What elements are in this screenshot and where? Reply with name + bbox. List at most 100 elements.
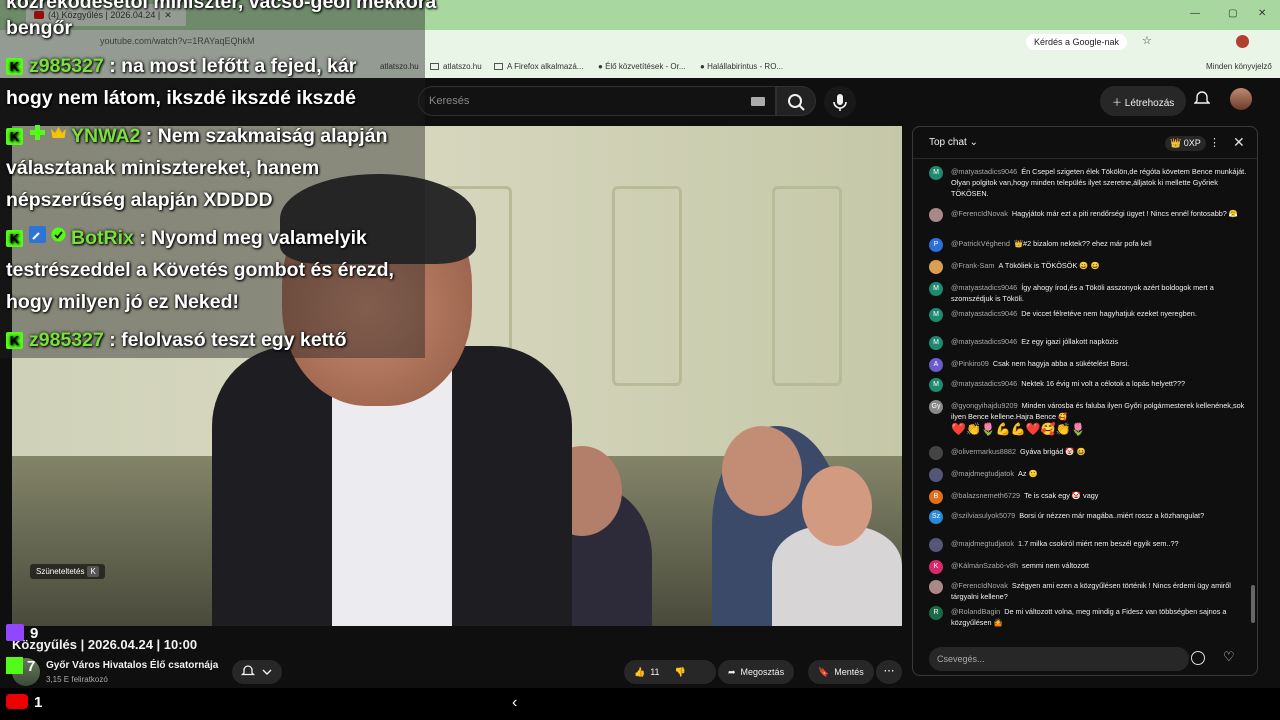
close-chat-icon[interactable]: ✕	[1233, 134, 1245, 151]
bookmark-star-icon[interactable]: ☆	[1142, 34, 1152, 47]
more-actions-button[interactable]: ⋯	[876, 660, 902, 684]
chat-author-avatar[interactable]: Sz	[929, 510, 943, 524]
chat-author-avatar[interactable]: A	[929, 358, 943, 372]
chat-author-avatar[interactable]	[929, 538, 943, 552]
chat-menu-icon[interactable]: ⋮	[1209, 136, 1220, 149]
chat-author-name[interactable]: @KálmánSzabó-v8h	[951, 561, 1018, 570]
chat-scrollbar[interactable]	[1251, 585, 1255, 623]
chat-message[interactable]: ❤️👏🌷💪💪❤️🥰👏🌷	[929, 423, 1247, 438]
chat-message-text: @szilviasulyok5079 Borsi úr nézzen már ma…	[951, 510, 1204, 521]
search-button[interactable]	[776, 86, 816, 116]
close-window-icon[interactable]: ✕	[1258, 8, 1266, 19]
keyboard-icon[interactable]	[751, 97, 765, 106]
create-button[interactable]: ＋ Létrehozás	[1100, 86, 1187, 116]
chat-author-name[interactable]: @RolandBagin	[951, 607, 1000, 616]
chat-author-avatar[interactable]: Gy	[929, 400, 943, 414]
share-button[interactable]: ➦ Megosztás	[718, 660, 795, 684]
crown-badge-icon	[51, 127, 66, 138]
chat-author-name[interactable]: @FerencIdNovak	[951, 209, 1008, 218]
chat-author-name[interactable]: @gyongyihajdu9209	[951, 401, 1018, 410]
twitch-icon	[6, 624, 24, 641]
chat-author-avatar[interactable]	[929, 260, 943, 274]
chat-author-avatar[interactable]: M	[929, 282, 943, 296]
chat-input[interactable]: Csevegés...	[929, 647, 1189, 671]
chat-author-name[interactable]: @Frank-Sam	[951, 261, 995, 270]
chat-message-body: Te is csak egy 🤡 vagy	[1024, 491, 1099, 500]
chat-message[interactable]: @Frank-Sam A Tököliek is TÖKÖSÖK 😀 😀	[929, 260, 1247, 274]
minimize-icon[interactable]: —	[1190, 8, 1200, 19]
chat-message[interactable]: R @RolandBagin De mi változott volna, meg …	[929, 606, 1247, 628]
chat-message[interactable]: B @balazsnemeth6729 Te is csak egy 🤡 vagy	[929, 490, 1247, 504]
chat-message[interactable]: Sz @szilviasulyok5079 Borsi úr nézzen már …	[929, 510, 1247, 524]
bookmark-item[interactable]: ● Halállabirintus - RO...	[700, 62, 783, 71]
chat-author-name[interactable]: @matyastadics9046	[951, 167, 1017, 176]
emoji-icon[interactable]	[1191, 651, 1205, 665]
chat-author-name[interactable]: @matyastadics9046	[951, 337, 1017, 346]
chat-message[interactable]: @FerencIdNovak Szégyen ami ezen a közgyűl…	[929, 580, 1247, 602]
voice-search-button[interactable]	[824, 86, 856, 118]
chat-author-name[interactable]: @matyastadics9046	[951, 379, 1017, 388]
chat-author-avatar[interactable]: B	[929, 490, 943, 504]
chat-author-avatar[interactable]	[929, 424, 943, 438]
chat-message[interactable]: P @PatrickVéghend 👑#2 bizalom nektek?? ehe…	[929, 238, 1247, 252]
chat-message[interactable]: @FerencIdNovak Hagyjátok már ezt a piti r…	[929, 208, 1247, 222]
chat-message[interactable]: M @matyastadics9046 Nektek 16 évig mi volt…	[929, 378, 1247, 392]
like-icon[interactable]: 👍	[634, 667, 645, 678]
chat-message[interactable]: M @matyastadics9046 Így ahogy írod,és a Tö…	[929, 282, 1247, 304]
chat-author-name[interactable]: @majdmegtudjatok	[951, 469, 1014, 478]
browser-profile-icon[interactable]	[1236, 35, 1249, 48]
chat-author-name[interactable]: @PatrickVéghend	[951, 239, 1010, 248]
chat-author-avatar[interactable]	[929, 580, 943, 594]
chat-author-avatar[interactable]: R	[929, 606, 943, 620]
maximize-icon[interactable]: ▢	[1228, 8, 1237, 19]
heart-icon[interactable]: ♡	[1223, 649, 1235, 665]
chat-message[interactable]: @majdmegtudjatok 1.7 milka csokiról miért…	[929, 538, 1247, 552]
notifications-bell-icon[interactable]	[1194, 90, 1210, 108]
chat-author-avatar[interactable]: M	[929, 308, 943, 322]
chat-message-text: @gyongyihajdu9209 Minden városba és falub…	[951, 400, 1247, 422]
chat-message[interactable]: M @matyastadics9046 De viccet félretéve ne…	[929, 308, 1247, 322]
chat-author-name[interactable]: @FerencIdNovak	[951, 581, 1008, 590]
chevron-left-icon[interactable]: ‹	[512, 694, 517, 712]
chat-message[interactable]: @majdmegtudjatok Az 🙂	[929, 468, 1247, 482]
ask-google-button[interactable]: Kérdés a Google-nak	[1026, 34, 1128, 50]
user-avatar[interactable]	[1230, 88, 1252, 110]
chat-author-name[interactable]: @Pinkiro09	[951, 359, 989, 368]
bookmark-item[interactable]: A Firefox alkalmazá...	[494, 62, 583, 71]
bookmark-item[interactable]: ● Élő közvetítések - Or...	[598, 62, 686, 71]
chat-author-name[interactable]: @balazsnemeth6729	[951, 491, 1020, 500]
chat-message[interactable]: K @KálmánSzabó-v8h semmi nem változott	[929, 560, 1247, 574]
overlay-chat-message: Kz985327 : na most lefőtt a fejed, kár	[6, 50, 356, 82]
chat-message[interactable]: Gy @gyongyihajdu9209 Minden városba és fal…	[929, 400, 1247, 422]
chat-author-avatar[interactable]: M	[929, 378, 943, 392]
chat-message-text: @Pinkiro09 Csak nem hagyja abba a sükétel…	[951, 358, 1129, 369]
chat-author-avatar[interactable]: M	[929, 336, 943, 350]
chat-author-avatar[interactable]: M	[929, 166, 943, 180]
chat-author-avatar[interactable]: P	[929, 238, 943, 252]
dislike-icon[interactable]: 👎	[675, 667, 686, 678]
chat-author-name[interactable]: @szilviasulyok5079	[951, 511, 1015, 520]
chat-message[interactable]: M @matyastadics9046 Én Csepel szigeten éle…	[929, 166, 1247, 199]
chat-message[interactable]: @olivermarkus8882 Gyáva brigád 🤡 😆	[929, 446, 1247, 460]
chat-author-name[interactable]: @olivermarkus8882	[951, 447, 1016, 456]
all-bookmarks[interactable]: Minden könyvjelző	[1206, 62, 1272, 71]
save-button[interactable]: 🔖 Mentés	[808, 660, 874, 684]
notification-settings-button[interactable]	[232, 660, 282, 684]
bookmark-item[interactable]: atlatszo.hu	[430, 62, 482, 71]
search-input[interactable]: Keresés	[418, 86, 776, 116]
chat-author-name[interactable]: @majdmegtudjatok	[951, 539, 1014, 548]
video-person-head	[722, 426, 802, 516]
chat-message[interactable]: M @matyastadics9046 Ez egy igazi jóllakott…	[929, 336, 1247, 350]
like-count[interactable]: 11	[650, 667, 659, 677]
chat-author-avatar[interactable]	[929, 446, 943, 460]
chat-author-avatar[interactable]: K	[929, 560, 943, 574]
channel-name[interactable]: Győr Város Hivatalos Élő csatornája	[46, 660, 218, 671]
chat-message[interactable]: A @Pinkiro09 Csak nem hagyja abba a sükéte…	[929, 358, 1247, 372]
chat-author-name[interactable]: @matyastadics9046	[951, 309, 1017, 318]
chat-author-name[interactable]: @matyastadics9046	[951, 283, 1017, 292]
xp-badge[interactable]: 👑 0XP	[1165, 136, 1206, 151]
chat-mode-dropdown[interactable]: Top chat ⌄	[929, 137, 978, 148]
chat-author-avatar[interactable]	[929, 208, 943, 222]
chat-author-avatar[interactable]	[929, 468, 943, 482]
chat-message-text: @matyastadics9046 Én Csepel szigeten élek…	[951, 166, 1247, 199]
